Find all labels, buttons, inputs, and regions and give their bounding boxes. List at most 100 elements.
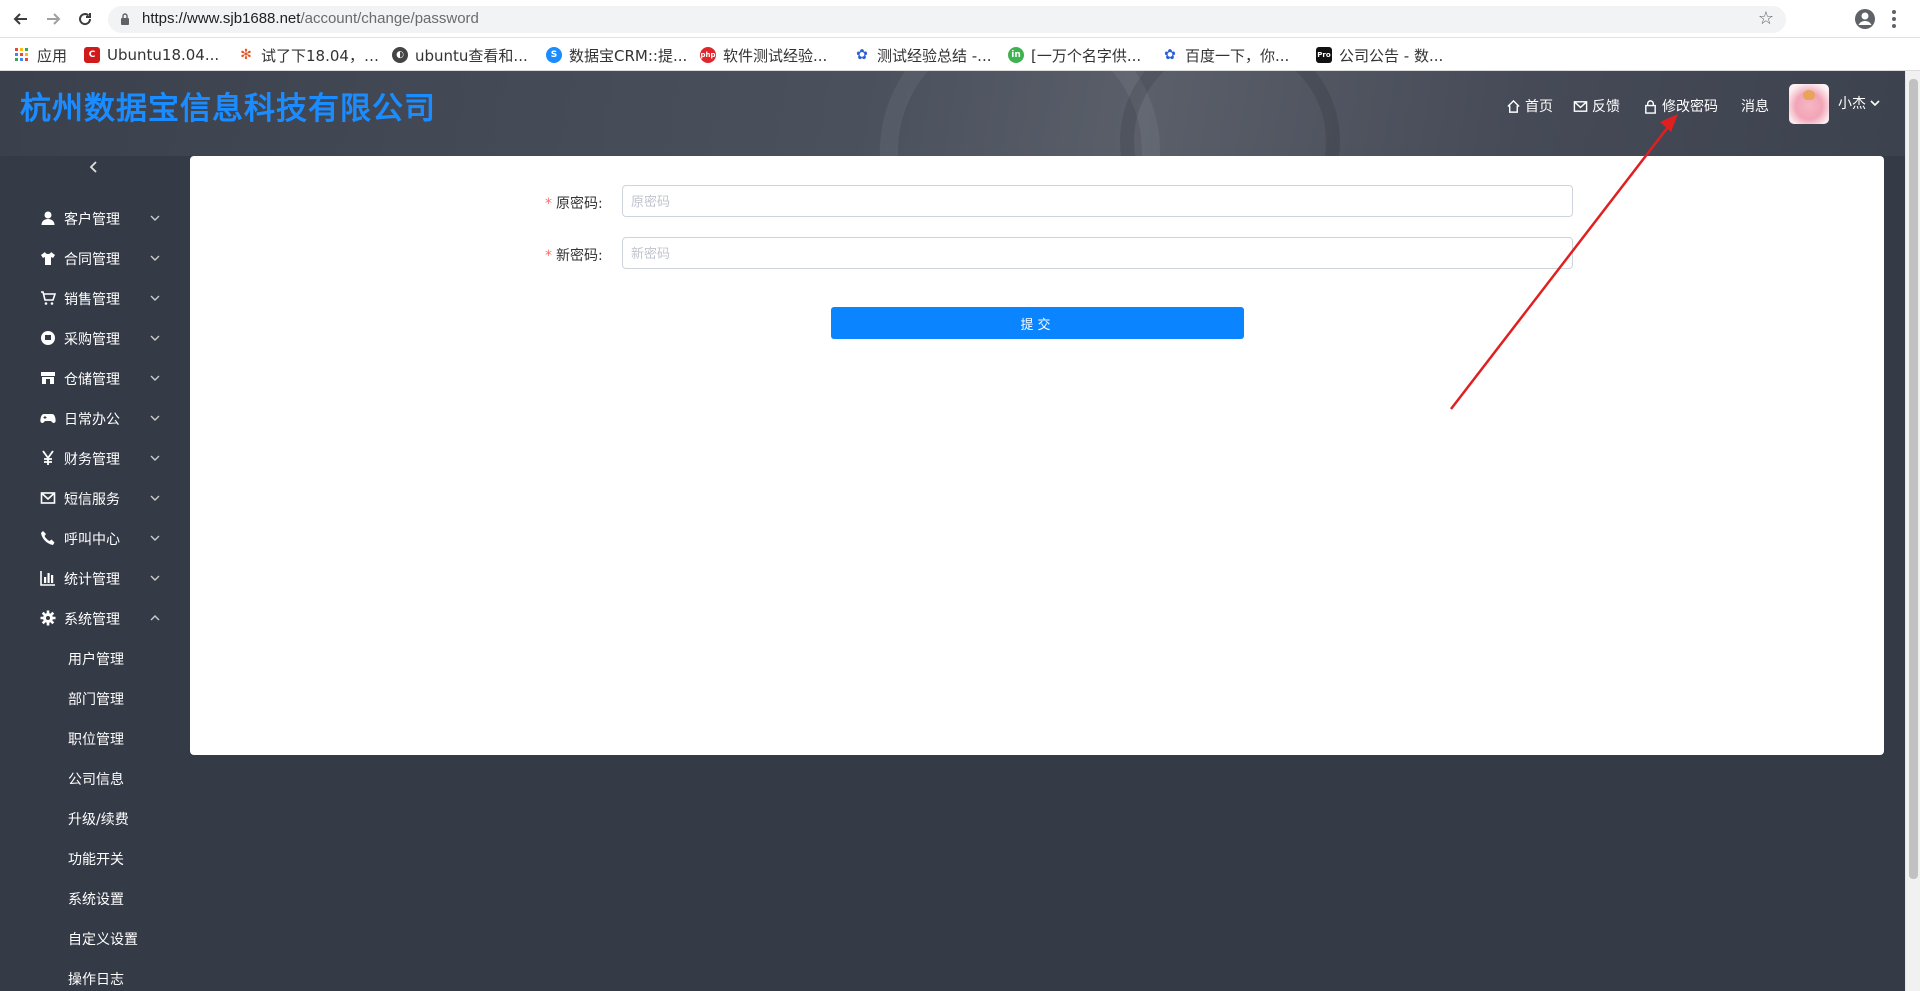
paw-icon: ✿ (856, 47, 868, 63)
sidebar-item-customers[interactable]: 客户管理 (0, 198, 170, 238)
required-star: * (545, 248, 552, 264)
sidebar-subitem-custom-settings[interactable]: 自定义设置 (0, 918, 170, 958)
nav-change-password[interactable]: 修改密码 (1643, 95, 1718, 117)
sidebar-item-label: 合同管理 (64, 252, 120, 268)
ubuntu-icon: ✻ (240, 47, 252, 63)
sidebar-item-sms[interactable]: 短信服务 (0, 478, 170, 518)
chevron-down-icon (1870, 100, 1880, 107)
sidebar-item-call-center[interactable]: 呼叫中心 (0, 518, 170, 558)
reload-icon[interactable] (73, 7, 97, 31)
sidebar-item-label: 日常办公 (64, 412, 120, 428)
old-password-label-text: 原密码: (556, 196, 603, 212)
nav-change-password-label: 修改密码 (1662, 99, 1718, 115)
ubuntu-circle-icon: ◐ (392, 47, 408, 63)
sidebar-subitem-system-settings[interactable]: 系统设置 (0, 878, 170, 918)
nav-feedback[interactable]: 反馈 (1573, 95, 1620, 117)
bookmark-label: 测试经验总结 -... (877, 46, 992, 65)
chevron-down-icon (150, 535, 160, 541)
sidebar-subitem-positions[interactable]: 职位管理 (0, 718, 170, 758)
nav-messages[interactable]: 消息 (1741, 95, 1769, 117)
back-icon[interactable] (9, 7, 33, 31)
sidebar-item-label: 销售管理 (64, 292, 120, 308)
home-icon (1507, 99, 1520, 113)
bookmark-label: Ubuntu18.04... (107, 46, 220, 64)
sidebar-item-label: 客户管理 (64, 212, 120, 228)
bookmark-label: ubuntu查看和... (415, 46, 528, 65)
bookmark-apps[interactable]: 应用 (14, 43, 67, 67)
bookmark-label: [一万个名字供... (1031, 46, 1142, 65)
bookmark-item[interactable]: C Ubuntu18.04... (84, 43, 219, 67)
sidebar-item-finance[interactable]: 财务管理 (0, 438, 170, 478)
page-scrollbar[interactable] (1905, 71, 1920, 991)
c-logo-icon: C (84, 47, 100, 63)
old-password-field[interactable] (622, 185, 1573, 217)
sidebar: 客户管理 合同管理 销售管理 采购管理 仓储管理 日常办公 财务管理 短信服务 … (0, 198, 170, 991)
sidebar-subitem-departments[interactable]: 部门管理 (0, 678, 170, 718)
new-password-field[interactable] (622, 237, 1573, 269)
bookmark-label: 公司公告 - 数... (1339, 46, 1444, 65)
sidebar-item-sales[interactable]: 销售管理 (0, 278, 170, 318)
chevron-down-icon (150, 455, 160, 461)
bookmark-item[interactable]: Pro 公司公告 - 数... (1316, 43, 1443, 67)
mail-icon (40, 492, 56, 504)
more-menu-icon[interactable] (1891, 8, 1897, 30)
gamepad-icon (40, 414, 56, 423)
sidebar-item-purchasing[interactable]: 采购管理 (0, 318, 170, 358)
sidebar-subitem-label: 升级/续费 (68, 812, 129, 828)
chevron-down-icon (150, 215, 160, 221)
avatar[interactable] (1789, 84, 1829, 124)
cart-icon (41, 291, 56, 305)
sidebar-subitem-operation-log[interactable]: 操作日志 (0, 958, 170, 991)
bookmark-item[interactable]: php 软件测试经验... (700, 43, 827, 67)
submit-button[interactable]: 提交 (831, 307, 1244, 339)
bookmark-label: 应用 (37, 46, 68, 65)
bookmarks-bar: 应用 C Ubuntu18.04... ✻ 试了下18.04，… ◐ ubunt… (0, 38, 1920, 71)
scrollbar-thumb[interactable] (1909, 79, 1918, 879)
forward-icon[interactable] (41, 7, 65, 31)
sidebar-subitem-label: 用户管理 (68, 652, 124, 668)
sidebar-item-office[interactable]: 日常办公 (0, 398, 170, 438)
sidebar-item-label: 系统管理 (64, 612, 120, 628)
browser-toolbar: https://www.sjb1688.net/account/change/p… (0, 0, 1920, 38)
nav-feedback-label: 反馈 (1592, 99, 1620, 115)
bookmark-item[interactable]: S 数据宝CRM::提... (546, 43, 687, 67)
old-password-label: * 原密码: (545, 193, 603, 213)
yen-icon (42, 450, 54, 465)
chevron-down-icon (150, 495, 160, 501)
user-menu[interactable]: 小杰 (1838, 93, 1880, 113)
pro-icon: Pro (1316, 47, 1332, 63)
sidebar-item-statistics[interactable]: 统计管理 (0, 558, 170, 598)
phone-icon (41, 531, 55, 545)
sidebar-subitem-company-info[interactable]: 公司信息 (0, 758, 170, 798)
paw-icon: ✿ (1164, 47, 1176, 63)
apps-grid-icon (14, 47, 30, 63)
sidebar-subitem-label: 公司信息 (68, 772, 124, 788)
account-icon[interactable] (1854, 8, 1876, 30)
sidebar-item-label: 短信服务 (64, 492, 120, 508)
sidebar-item-label: 呼叫中心 (64, 532, 120, 548)
shirt-icon (41, 252, 55, 265)
sidebar-subitem-upgrade[interactable]: 升级/续费 (0, 798, 170, 838)
bookmark-item[interactable]: ✿ 百度一下，你... (1162, 43, 1289, 67)
sidebar-subitem-label: 系统设置 (68, 892, 124, 908)
sidebar-subitem-label: 部门管理 (68, 692, 124, 708)
crm-icon: S (546, 47, 562, 63)
mail-icon (1573, 100, 1588, 112)
change-password-panel: * 原密码: * 新密码: 提交 (190, 156, 1884, 755)
url-text: https://www.sjb1688.net/account/change/p… (142, 10, 479, 27)
collapse-sidebar-icon[interactable] (86, 159, 102, 175)
sidebar-subitem-users[interactable]: 用户管理 (0, 638, 170, 678)
sidebar-subitem-label: 功能开关 (68, 852, 124, 868)
nav-home[interactable]: 首页 (1506, 95, 1553, 117)
sidebar-subitem-feature-switch[interactable]: 功能开关 (0, 838, 170, 878)
sidebar-item-contracts[interactable]: 合同管理 (0, 238, 170, 278)
bookmark-item[interactable]: in [一万个名字供... (1008, 43, 1141, 67)
bookmark-item[interactable]: ✿ 测试经验总结 -... (854, 43, 992, 67)
bookmark-star-icon[interactable]: ☆ (1758, 8, 1774, 29)
bookmark-item[interactable]: ✻ 试了下18.04，… (238, 43, 379, 67)
sidebar-item-warehouse[interactable]: 仓储管理 (0, 358, 170, 398)
bookmark-item[interactable]: ◐ ubuntu查看和... (392, 43, 528, 67)
address-bar[interactable]: https://www.sjb1688.net/account/change/p… (108, 6, 1786, 33)
nav-home-label: 首页 (1525, 99, 1553, 115)
sidebar-item-system[interactable]: 系统管理 (0, 598, 170, 638)
